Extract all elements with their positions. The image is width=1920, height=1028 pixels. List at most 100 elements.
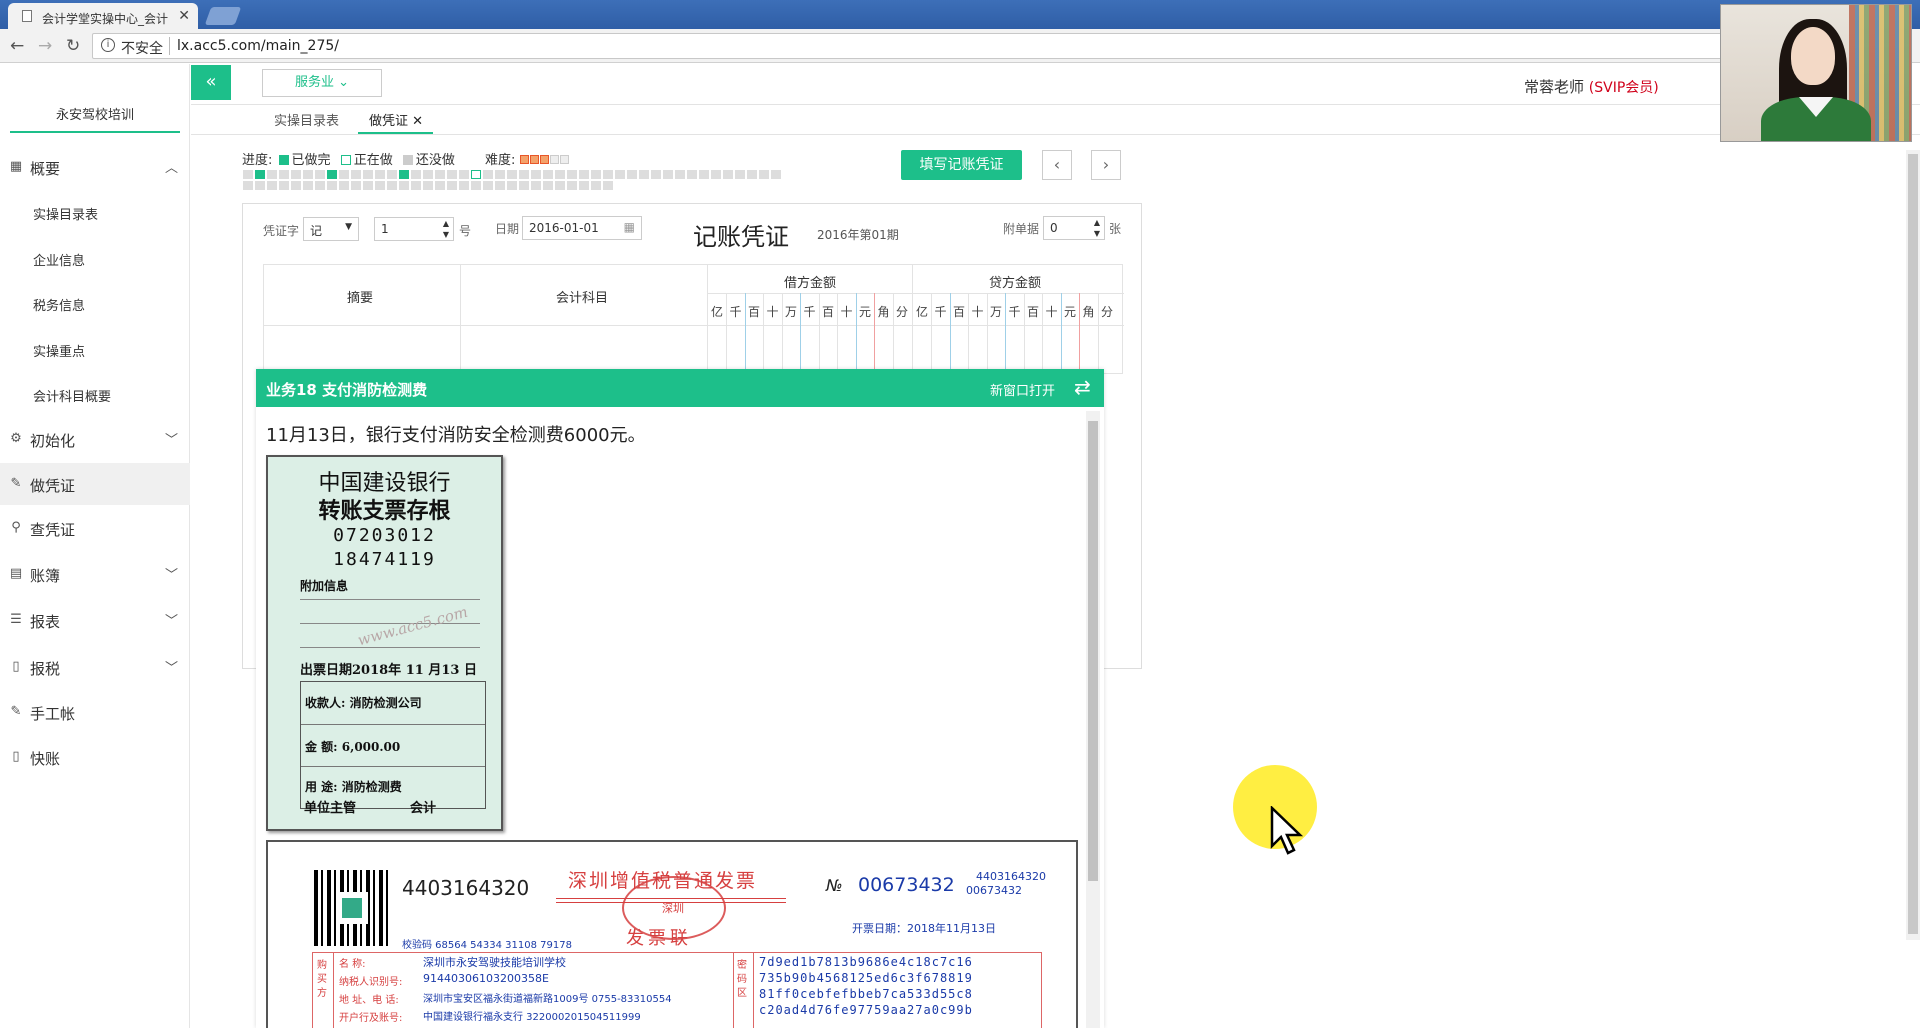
browser-tab[interactable]: 会计学堂实操中心_会计 ✕ <box>8 3 198 29</box>
prev-button[interactable]: ‹ <box>1042 150 1072 180</box>
panel-scrollbar[interactable] <box>1086 411 1100 1028</box>
sidebar-sub-accounts[interactable]: 会计科目概要 <box>33 386 111 405</box>
sidebar-item-overview[interactable]: ▦ 概要 ︿ <box>0 146 190 188</box>
sidebar-sub-company[interactable]: 企业信息 <box>33 250 85 269</box>
forward-icon[interactable]: → <box>38 36 52 56</box>
progress-cell[interactable] <box>351 181 361 190</box>
progress-cell[interactable] <box>303 170 313 179</box>
progress-cell[interactable] <box>519 181 529 190</box>
progress-cell[interactable] <box>363 181 373 190</box>
sidebar-sub-tax-info[interactable]: 税务信息 <box>33 295 85 314</box>
progress-cell[interactable] <box>351 170 361 179</box>
progress-cell[interactable] <box>471 181 481 190</box>
new-tab-button[interactable] <box>204 7 242 25</box>
progress-cell[interactable] <box>459 181 469 190</box>
progress-cell[interactable] <box>507 170 517 179</box>
progress-cell[interactable] <box>267 181 277 190</box>
tab-make-voucher[interactable]: 做凭证 ✕ <box>369 110 423 129</box>
progress-cell[interactable] <box>483 170 493 179</box>
progress-cell[interactable] <box>375 181 385 190</box>
progress-cell[interactable] <box>687 170 697 179</box>
sidebar-item-make-voucher[interactable]: ✎ 做凭证 <box>0 463 190 505</box>
sidebar-item-init[interactable]: ⚙ 初始化 ﹀ <box>0 418 190 460</box>
progress-cell[interactable] <box>567 170 577 179</box>
progress-cell[interactable] <box>423 170 433 179</box>
sidebar-item-report[interactable]: ☰ 报表 ﹀ <box>0 599 190 641</box>
progress-cell[interactable] <box>411 170 421 179</box>
progress-cell[interactable] <box>759 170 769 179</box>
progress-cell[interactable] <box>399 170 409 179</box>
voucher-type-select[interactable]: 记 ▼ <box>303 217 359 241</box>
progress-cell[interactable] <box>279 181 289 190</box>
progress-cell[interactable] <box>411 181 421 190</box>
progress-cell[interactable] <box>711 170 721 179</box>
progress-cell[interactable] <box>591 170 601 179</box>
reload-icon[interactable]: ↻ <box>66 36 80 56</box>
progress-cell[interactable] <box>243 181 253 190</box>
progress-cell[interactable] <box>267 170 277 179</box>
progress-cell[interactable] <box>531 181 541 190</box>
progress-cell[interactable] <box>387 181 397 190</box>
progress-cell[interactable] <box>579 181 589 190</box>
progress-cell[interactable] <box>663 170 673 179</box>
progress-cell[interactable] <box>423 181 433 190</box>
close-tab-icon[interactable]: ✕ <box>178 8 190 24</box>
progress-cell[interactable] <box>555 181 565 190</box>
stepper-icon[interactable]: ▲ ▼ <box>443 218 449 240</box>
back-icon[interactable]: ← <box>10 36 24 56</box>
progress-cell[interactable] <box>327 170 337 179</box>
progress-cell[interactable] <box>771 170 781 179</box>
progress-cell[interactable] <box>555 170 565 179</box>
progress-cell[interactable] <box>699 170 709 179</box>
progress-cell[interactable] <box>747 170 757 179</box>
industry-dropdown[interactable]: 服务业 ⌄ <box>262 69 382 97</box>
progress-cell[interactable] <box>327 181 337 190</box>
progress-cell[interactable] <box>243 170 253 179</box>
tab-catalog[interactable]: 实操目录表 <box>274 110 339 129</box>
progress-cell[interactable] <box>483 181 493 190</box>
sidebar-sub-catalog[interactable]: 实操目录表 <box>33 204 98 223</box>
progress-cell[interactable] <box>447 170 457 179</box>
date-input[interactable]: 2016-01-01 ▦ <box>522 216 642 240</box>
progress-cell[interactable] <box>639 170 649 179</box>
progress-cell[interactable] <box>291 170 301 179</box>
sidebar-item-manual[interactable]: ✎ 手工帐 <box>0 691 190 733</box>
progress-cell[interactable] <box>591 181 601 190</box>
url-input[interactable]: i 不安全 lx.acc5.com/main_275/ <box>92 33 1722 59</box>
page-scrollbar[interactable] <box>1906 150 1920 940</box>
progress-cell[interactable] <box>399 181 409 190</box>
sidebar-sub-key-points[interactable]: 实操重点 <box>33 341 85 360</box>
sidebar-item-ledger[interactable]: ▤ 账簿 ﹀ <box>0 553 190 595</box>
sidebar-item-tax[interactable]: ▯ 报税 ﹀ <box>0 646 190 688</box>
progress-cell[interactable] <box>435 181 445 190</box>
progress-cell[interactable] <box>435 170 445 179</box>
progress-cell[interactable] <box>255 181 265 190</box>
progress-cell[interactable] <box>339 170 349 179</box>
progress-cell[interactable] <box>291 181 301 190</box>
progress-cell[interactable] <box>723 170 733 179</box>
progress-cell[interactable] <box>603 170 613 179</box>
progress-cell[interactable] <box>519 170 529 179</box>
info-icon[interactable]: i <box>101 38 115 52</box>
progress-cell[interactable] <box>675 170 685 179</box>
progress-cell[interactable] <box>303 181 313 190</box>
progress-cell[interactable] <box>375 170 385 179</box>
progress-cell[interactable] <box>507 181 517 190</box>
progress-cell[interactable] <box>603 181 613 190</box>
close-tab-icon[interactable]: ✕ <box>412 114 423 129</box>
progress-cell[interactable] <box>279 170 289 179</box>
progress-cell[interactable] <box>339 181 349 190</box>
panel-scrollbar-thumb[interactable] <box>1088 421 1098 881</box>
progress-cell[interactable] <box>531 170 541 179</box>
next-button[interactable]: › <box>1091 150 1121 180</box>
progress-cell[interactable] <box>447 181 457 190</box>
calendar-icon[interactable]: ▦ <box>624 220 635 234</box>
progress-cell[interactable] <box>495 181 505 190</box>
progress-cell[interactable] <box>615 170 625 179</box>
progress-cell[interactable] <box>387 170 397 179</box>
sidebar-item-query-voucher[interactable]: ⚲ 查凭证 <box>0 507 190 549</box>
progress-cell[interactable] <box>363 170 373 179</box>
progress-cell[interactable] <box>315 181 325 190</box>
attachments-input[interactable]: 0 ▲ ▼ <box>1043 216 1105 240</box>
sidebar-item-quick[interactable]: ▯ 快账 <box>0 736 190 778</box>
